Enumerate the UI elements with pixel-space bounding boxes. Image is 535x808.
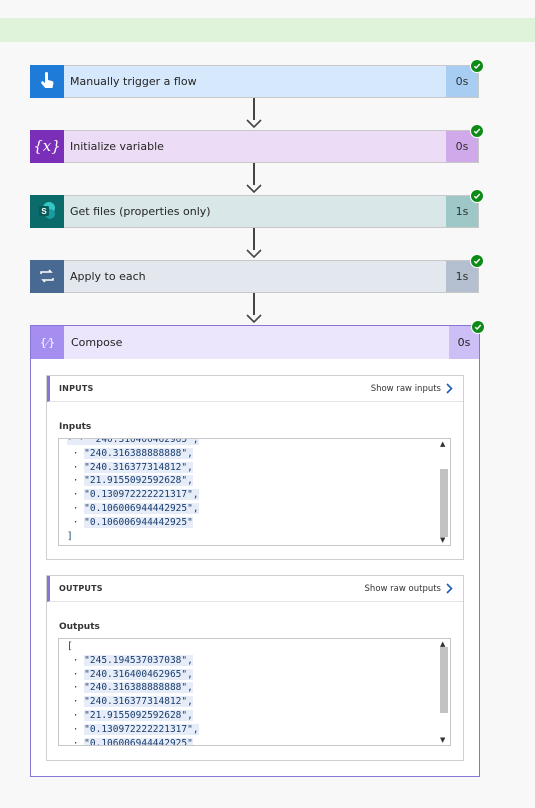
- compose-card: {⁄} Compose 0s INPUTS Show raw inputs In…: [30, 320, 485, 777]
- step-title: Apply to each: [70, 270, 146, 283]
- show-raw-inputs-label: Show raw inputs: [370, 383, 441, 394]
- code-line: · "240.316388888888",: [67, 447, 193, 459]
- chevron-right-icon: [446, 383, 453, 394]
- scroll-up-icon[interactable]: ▲: [440, 440, 445, 448]
- show-raw-inputs-link[interactable]: Show raw inputs: [371, 383, 453, 394]
- variable-icon: {x}: [30, 129, 64, 163]
- success-check-icon: [471, 320, 485, 334]
- outputs-code-view[interactable]: [ · "245.194537037038", · "240.316400462…: [58, 638, 451, 746]
- chevron-right-icon: [446, 583, 453, 594]
- outputs-header-label: OUTPUTS: [59, 584, 103, 593]
- code-line: · "240.316377314812",: [67, 461, 193, 473]
- outputs-panel-header: OUTPUTS Show raw outputs: [47, 576, 463, 602]
- svg-text:S: S: [41, 207, 47, 216]
- step-title: Initialize variable: [70, 140, 164, 153]
- outputs-panel: OUTPUTS Show raw outputs Outputs [ · "24…: [46, 575, 464, 761]
- connector-line: [253, 98, 255, 120]
- connector-line: [253, 293, 255, 315]
- code-line: · "245.194537037038",: [67, 654, 193, 666]
- compose-header[interactable]: {⁄} Compose 0s: [31, 320, 485, 359]
- scroll-down-icon[interactable]: ▼: [440, 536, 445, 544]
- code-line: ]: [67, 530, 73, 542]
- step-title: Compose: [71, 336, 123, 349]
- connector-line: [253, 228, 255, 250]
- step-apply-to-each[interactable]: Apply to each 1s: [30, 254, 484, 293]
- inputs-panel-header: INPUTS Show raw inputs: [47, 376, 463, 402]
- scroll-down-icon[interactable]: ▼: [440, 736, 445, 744]
- step-get-files[interactable]: S Get files (properties only) 1s: [30, 189, 484, 228]
- scrollbar-thumb[interactable]: [440, 469, 448, 537]
- status-bar: [0, 18, 535, 42]
- arrow-down-icon: [246, 119, 262, 129]
- compose-icon: {⁄}: [31, 326, 64, 359]
- step-manually-trigger[interactable]: Manually trigger a flow 0s: [30, 59, 484, 98]
- code-line: · "21.9155092592628",: [67, 475, 193, 487]
- step-title: Manually trigger a flow: [70, 75, 197, 88]
- success-check-icon: [470, 189, 484, 203]
- inputs-code-lines: · · "240.316400462965", · "240.316388888…: [67, 439, 199, 543]
- success-check-icon: [470, 59, 484, 73]
- code-line: · "0.106006944442925",: [67, 502, 199, 514]
- loop-icon: [30, 259, 64, 293]
- success-check-icon: [470, 254, 484, 268]
- show-raw-outputs-label: Show raw outputs: [364, 583, 441, 594]
- code-line: · "240.316388888888",: [67, 682, 193, 694]
- code-line: · · "240.316400462965",: [67, 439, 199, 447]
- inputs-code-view[interactable]: · · "240.316400462965", · "240.316388888…: [58, 438, 451, 546]
- inputs-label: Inputs: [59, 422, 92, 432]
- scrollbar-thumb[interactable]: [440, 647, 448, 713]
- code-line: · "240.316400462965",: [67, 668, 193, 680]
- inputs-panel: INPUTS Show raw inputs Inputs · · "240.3…: [46, 375, 464, 560]
- arrow-down-icon: [246, 249, 262, 259]
- outputs-scrollbar[interactable]: ▲ ▼: [438, 639, 450, 745]
- arrow-down-icon: [246, 314, 262, 324]
- outputs-code-lines: [ · "245.194537037038", · "240.316400462…: [67, 640, 199, 745]
- sharepoint-icon: S: [30, 194, 64, 228]
- arrow-down-icon: [246, 184, 262, 194]
- code-line: · "21.9155092592628",: [67, 709, 193, 721]
- show-raw-outputs-link[interactable]: Show raw outputs: [365, 583, 453, 594]
- inputs-header-label: INPUTS: [59, 384, 94, 393]
- code-line: · "240.316377314812",: [67, 696, 193, 708]
- code-line: · "0.130972222221317",: [67, 489, 199, 501]
- outputs-label: Outputs: [59, 622, 100, 632]
- connector-line: [253, 163, 255, 185]
- code-line: [: [67, 641, 73, 652]
- touch-hand-icon: [30, 64, 64, 98]
- inputs-scrollbar[interactable]: ▲ ▼: [438, 439, 450, 545]
- step-initialize-variable[interactable]: {x} Initialize variable 0s: [30, 124, 484, 163]
- step-title: Get files (properties only): [70, 205, 211, 218]
- code-line: · "0.130972222221317",: [67, 723, 199, 735]
- success-check-icon: [470, 124, 484, 138]
- code-line: · "0.106006944442925": [67, 516, 193, 528]
- code-line: · "0.106006944442925": [67, 737, 199, 745]
